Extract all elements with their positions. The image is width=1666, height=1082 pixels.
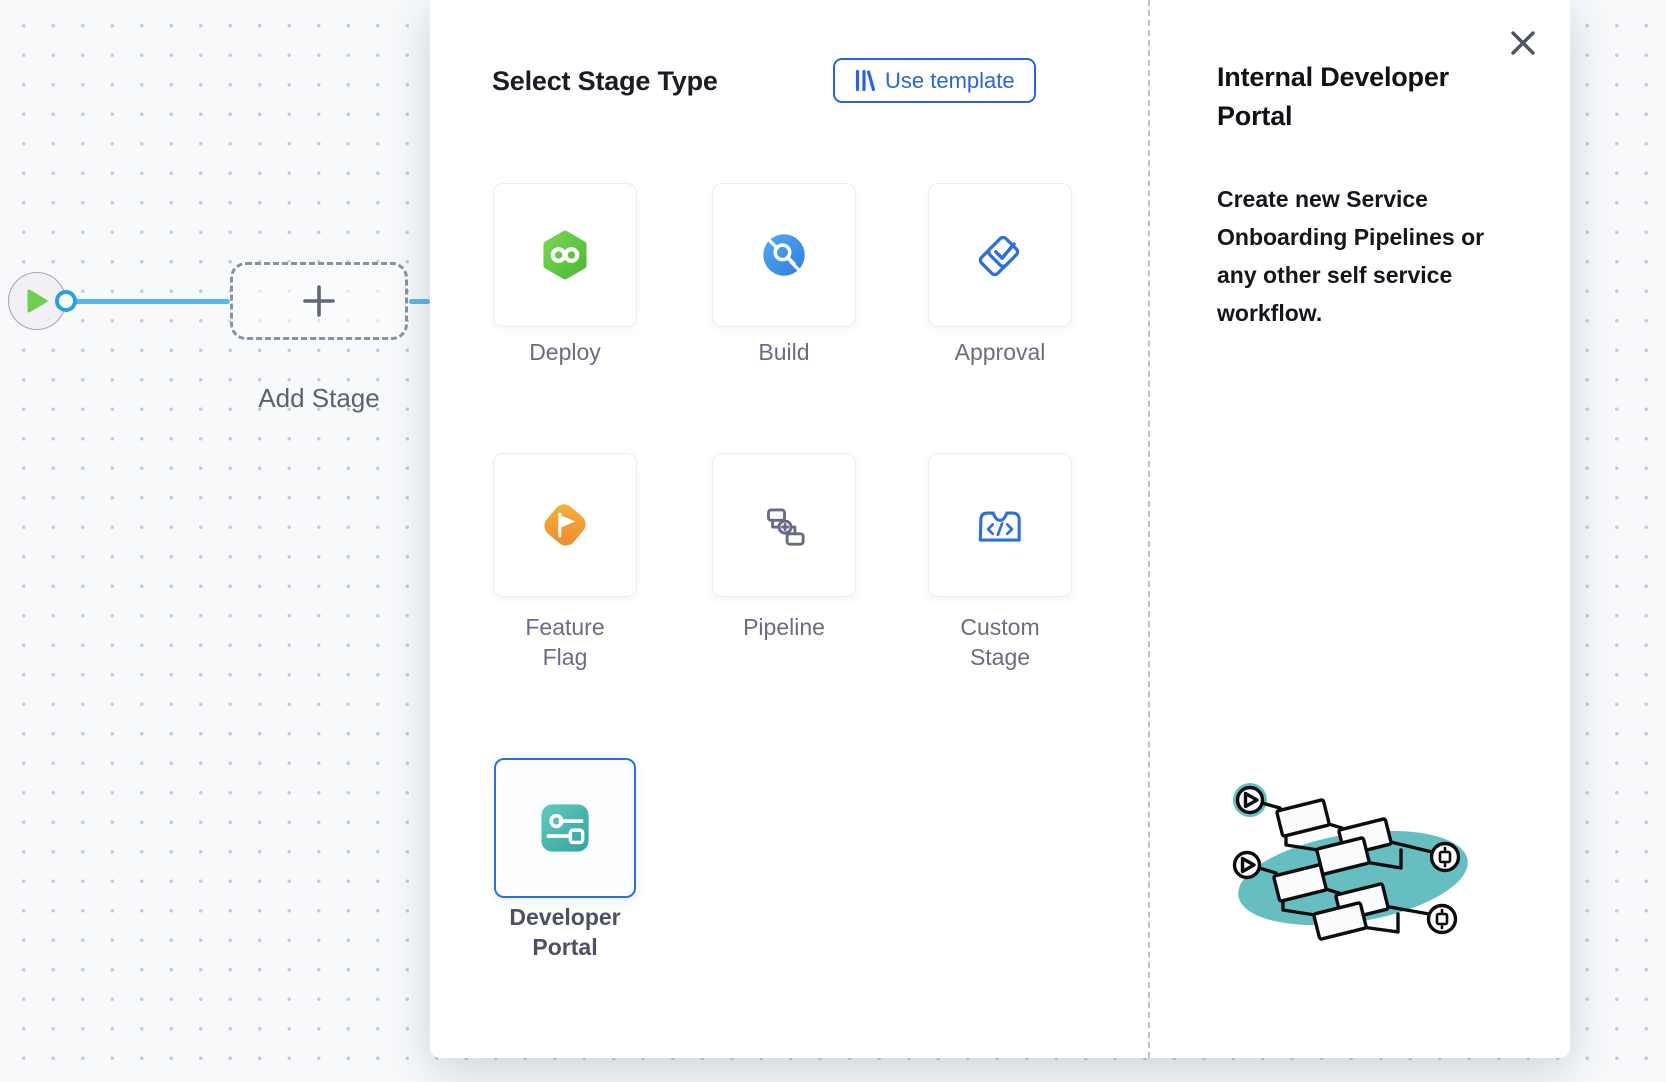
- play-icon: [25, 288, 49, 314]
- stage-card-deploy[interactable]: [493, 183, 637, 327]
- deploy-icon: [536, 226, 594, 284]
- approval-icon: [971, 226, 1029, 284]
- use-template-label: Use template: [885, 68, 1015, 94]
- add-stage-button[interactable]: [230, 262, 408, 340]
- stage-label-custom-stage: Custom Stage: [928, 612, 1072, 672]
- plus-icon: [300, 282, 338, 320]
- stage-card-feature-flag[interactable]: [493, 453, 637, 597]
- template-library-icon: [854, 69, 875, 92]
- pipeline-edge: [66, 299, 230, 304]
- stage-label-feature-flag: Feature Flag: [493, 612, 637, 672]
- stage-card-approval[interactable]: [928, 183, 1072, 327]
- use-template-button[interactable]: Use template: [833, 58, 1036, 103]
- stage-card-custom-stage[interactable]: [928, 453, 1072, 597]
- stage-type-section: Select Stage Type Use template: [430, 0, 1148, 1058]
- stage-details-panel: Internal Developer Portal Create new Ser…: [1150, 0, 1570, 1058]
- details-description: Create new Service Onboarding Pipelines …: [1217, 180, 1493, 332]
- select-stage-dialog: Select Stage Type Use template: [430, 0, 1570, 1058]
- stage-label-build: Build: [712, 337, 856, 367]
- close-button[interactable]: [1504, 24, 1542, 62]
- stage-label-pipeline: Pipeline: [712, 612, 856, 642]
- details-title: Internal Developer Portal: [1217, 58, 1479, 136]
- stage-card-build[interactable]: [712, 183, 856, 327]
- pipeline-edge: [409, 299, 430, 304]
- stage-label-approval: Approval: [928, 337, 1072, 367]
- dialog-title: Select Stage Type: [492, 66, 718, 97]
- pipeline-canvas[interactable]: Add Stage Select Stage Type Use template: [0, 0, 1666, 1082]
- edge-port-dot[interactable]: [55, 290, 77, 312]
- developer-portal-icon: [535, 798, 595, 858]
- stage-card-developer-portal[interactable]: [494, 758, 636, 898]
- build-icon: [755, 226, 813, 284]
- pipeline-workflow-illustration-icon: [1218, 738, 1498, 968]
- close-icon: [1508, 28, 1538, 58]
- add-stage-label: Add Stage: [219, 383, 419, 414]
- pipeline-icon: [755, 496, 813, 554]
- feature-flag-icon: [536, 496, 594, 554]
- custom-stage-icon: [971, 496, 1029, 554]
- stage-card-pipeline[interactable]: [712, 453, 856, 597]
- stage-label-developer-portal: Developer Portal: [493, 902, 637, 962]
- stage-label-deploy: Deploy: [493, 337, 637, 367]
